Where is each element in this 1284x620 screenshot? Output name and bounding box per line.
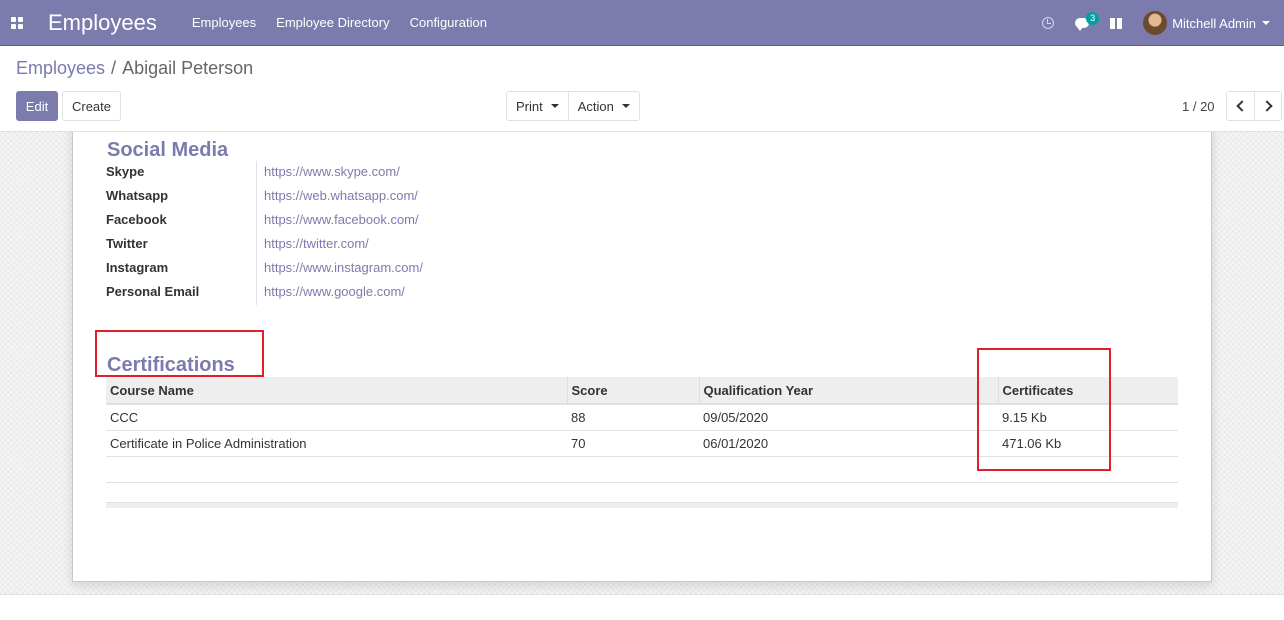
field-value-link[interactable]: https://www.skype.com/ [256,164,400,179]
highlight-box-certificates [977,348,1111,471]
column-header-qualification-year[interactable]: Qualification Year [698,377,998,405]
field-label: Facebook [106,211,167,227]
apps-icon[interactable] [11,16,23,29]
pager-value[interactable]: 1 / 20 [1182,99,1215,114]
chevron-right-icon [1260,100,1273,112]
user-name: Mitchell Admin [1172,15,1256,31]
messaging-button[interactable]: 3 [1065,0,1100,46]
print-dropdown[interactable]: Print [507,92,568,120]
app-title[interactable]: Employees [48,10,157,36]
field-value-link[interactable]: https://www.instagram.com/ [256,260,423,275]
action-dropdown[interactable]: Action [567,92,639,120]
field-label: Instagram [106,259,169,275]
column-header-course-name[interactable]: Course Name [106,377,567,405]
cell-course-name: CCC [106,404,567,431]
clock-icon [1042,17,1055,29]
form-view: Social Media Skype https://www.skype.com… [0,131,1284,595]
pager-buttons [1226,91,1282,121]
menu-item-configuration[interactable]: Configuration [410,15,487,30]
caret-down-icon [1262,21,1270,25]
social-row-skype: Skype https://www.skype.com/ [106,159,400,183]
messages-badge: 3 [1086,12,1100,25]
cell-score: 70 [567,430,699,457]
create-button[interactable]: Create [62,91,121,121]
column-header-score[interactable]: Score [566,377,699,405]
field-label: Personal Email [106,283,200,299]
field-value-link[interactable]: https://www.google.com/ [256,284,405,299]
caret-down-icon [550,104,559,108]
breadcrumb-parent[interactable]: Employees [16,58,105,78]
caret-down-icon [621,104,630,108]
breadcrumb: Employees / Abigail Peterson [16,58,253,79]
pager-previous-button[interactable] [1227,92,1254,120]
social-row-whatsapp: Whatsapp https://web.whatsapp.com/ [106,183,418,207]
social-row-twitter: Twitter https://twitter.com/ [106,231,369,255]
field-label: Twitter [106,235,148,251]
gift-button[interactable] [1099,0,1133,46]
action-label: Action [577,98,614,114]
cell-course-name: Certificate in Police Administration [106,430,567,457]
field-value-link[interactable]: https://twitter.com/ [256,236,369,251]
social-row-personal-email: Personal Email https://www.google.com/ [106,279,405,303]
cell-qualification-year: 06/01/2020 [699,430,998,457]
field-label: Whatsapp [106,187,169,203]
pager-next-button[interactable] [1254,92,1281,120]
activity-button[interactable] [1031,0,1065,46]
highlight-box-certifications [95,330,264,377]
cell-qualification-year: 09/05/2020 [699,404,998,431]
gift-icon [1110,17,1123,29]
cell-score: 88 [567,404,699,431]
field-value-link[interactable]: https://web.whatsapp.com/ [256,188,418,203]
menu-item-employee-directory[interactable]: Employee Directory [276,15,389,30]
menu-item-employees[interactable]: Employees [192,15,256,30]
breadcrumb-current: Abigail Peterson [122,58,254,78]
action-dropdowns: Print Action [506,91,640,121]
edit-button[interactable]: Edit [16,91,58,121]
user-menu[interactable]: Mitchell Admin [1143,11,1270,35]
navbar-systray: 3 Mitchell Admin [1031,0,1284,46]
field-value-link[interactable]: https://www.facebook.com/ [256,212,419,227]
chevron-left-icon [1236,100,1248,112]
field-label: Skype [106,163,145,179]
social-row-instagram: Instagram https://www.instagram.com/ [106,255,423,279]
avatar [1143,11,1168,35]
print-label: Print [516,98,543,114]
table-footer [106,502,1178,508]
breadcrumb-separator: / [111,58,117,78]
social-row-facebook: Facebook https://www.facebook.com/ [106,207,419,231]
top-navbar: Employees Employees Employee Directory C… [0,0,1284,46]
